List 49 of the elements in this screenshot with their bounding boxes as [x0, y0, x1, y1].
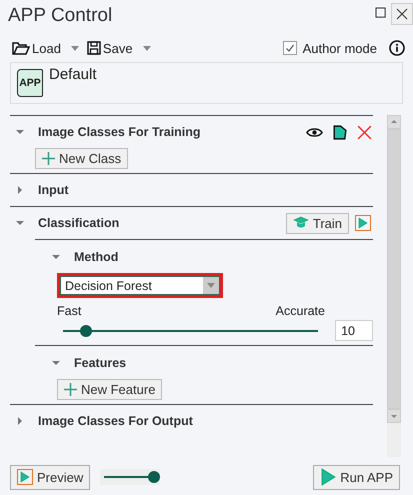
play-icon[interactable] — [355, 215, 371, 231]
app-name: Default — [49, 66, 97, 83]
slider-max-label: Accurate — [276, 304, 325, 318]
scrollbar[interactable] — [387, 115, 401, 457]
caret-icon[interactable] — [142, 46, 151, 50]
section-title[interactable]: Image Classes For Output — [38, 414, 193, 428]
graduation-cap-icon — [292, 216, 309, 230]
play-icon — [320, 468, 336, 486]
app-scroll-icon: APP — [17, 69, 43, 97]
new-class-button[interactable]: New Class — [35, 148, 128, 169]
run-app-button[interactable]: Run APP — [313, 464, 400, 490]
section-title[interactable]: Input — [38, 183, 69, 197]
slider-thumb[interactable] — [80, 324, 92, 336]
delete-icon[interactable] — [356, 124, 373, 140]
author-mode-checkbox[interactable] — [282, 41, 297, 55]
plus-icon — [64, 383, 77, 396]
checkmark-icon — [284, 42, 296, 54]
save-button[interactable]: Save — [86, 40, 137, 56]
new-feature-button[interactable]: New Feature — [57, 379, 162, 400]
expander-icon[interactable] — [52, 358, 60, 366]
author-mode-label: Author mode — [302, 40, 377, 56]
scroll-up-icon[interactable] — [387, 115, 401, 129]
load-button[interactable]: Load — [12, 40, 65, 56]
section-title[interactable]: Classification — [38, 216, 120, 230]
expander-icon[interactable] — [16, 128, 24, 136]
expander-icon[interactable] — [16, 219, 24, 227]
close-icon[interactable] — [391, 3, 413, 25]
expander-icon[interactable] — [52, 252, 60, 260]
scroll-down-icon[interactable] — [387, 409, 401, 423]
preview-button[interactable]: Preview — [10, 464, 90, 490]
polygon-icon[interactable] — [331, 124, 348, 140]
caret-icon[interactable] — [70, 46, 79, 50]
expander-icon[interactable] — [16, 186, 24, 194]
caret-icon — [207, 283, 215, 288]
slider-thumb[interactable] — [148, 471, 160, 483]
subsection-title[interactable]: Method — [74, 250, 118, 264]
section-title[interactable]: Image Classes For Training — [38, 125, 201, 139]
value-field[interactable]: 10 — [335, 320, 373, 341]
preview-slider[interactable] — [100, 469, 160, 485]
play-icon — [17, 469, 33, 485]
expander-icon[interactable] — [16, 417, 24, 425]
slider-min-label: Fast — [57, 304, 82, 318]
info-icon[interactable] — [389, 40, 405, 56]
plus-icon — [42, 152, 55, 165]
window-title: APP Control — [8, 5, 112, 27]
train-button[interactable]: Train — [286, 212, 349, 234]
folder-icon — [12, 41, 30, 55]
method-dropdown[interactable]: Decision Forest — [60, 276, 220, 295]
subsection-title[interactable]: Features — [74, 356, 126, 370]
